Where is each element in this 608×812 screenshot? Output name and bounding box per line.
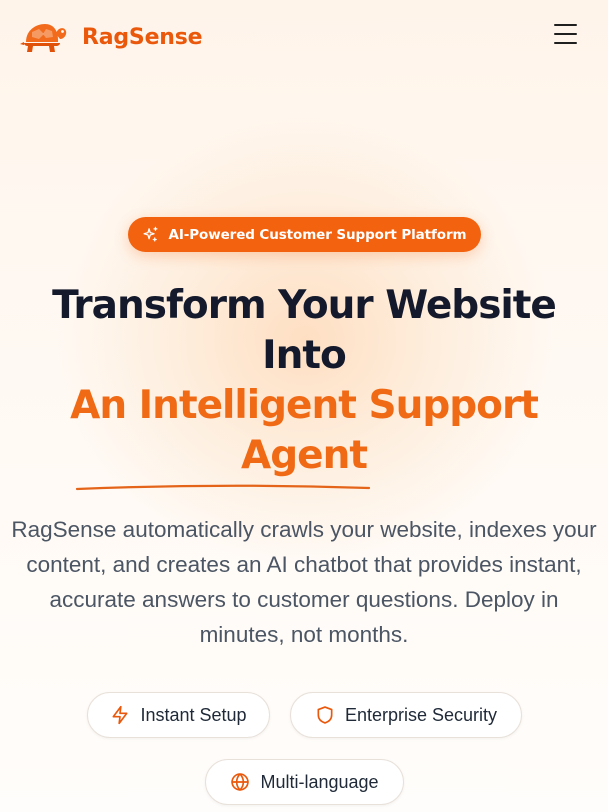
feature-label: Instant Setup: [140, 704, 247, 725]
feature-pill-multi-language[interactable]: Multi-language: [205, 759, 404, 805]
badge-label: AI-Powered Customer Support Platform: [168, 226, 467, 243]
site-header: RagSense: [0, 0, 608, 76]
brand-logo-link[interactable]: RagSense: [20, 20, 203, 54]
headline-line-1: Transform Your Website: [52, 283, 557, 328]
hamburger-bar: [554, 32, 577, 36]
feature-label: Enterprise Security: [344, 704, 498, 725]
hero-description: RagSense automatically crawls your websi…: [11, 517, 597, 647]
hamburger-bar: [554, 41, 577, 45]
headline-accent-line-1: An Intelligent Support: [70, 383, 539, 428]
feature-pill-instant-setup[interactable]: Instant Setup: [87, 692, 270, 738]
headline-line-2: Into: [262, 333, 347, 378]
hero-headline: Transform Your Website Into An Intellige…: [0, 281, 608, 481]
brand-name: RagSense: [82, 24, 203, 50]
sparkles-icon: [143, 226, 158, 242]
turtle-logo-icon: [20, 24, 67, 52]
feature-pill-enterprise-security[interactable]: Enterprise Security: [290, 692, 522, 738]
shield-icon: [317, 706, 333, 724]
feature-label: Multi-language: [260, 771, 379, 792]
landing-page: RagSense AI-Powered Customer Support Pla…: [0, 0, 608, 812]
hamburger-menu-button[interactable]: [552, 24, 580, 50]
headline-accent-line-2: Agent: [241, 433, 368, 478]
hamburger-menu-icon: [554, 24, 577, 27]
globe-icon: [231, 773, 250, 791]
lightning-icon: [112, 705, 128, 725]
headline-underline-decoration: [76, 484, 370, 491]
platform-badge: AI-Powered Customer Support Platform: [128, 217, 481, 252]
